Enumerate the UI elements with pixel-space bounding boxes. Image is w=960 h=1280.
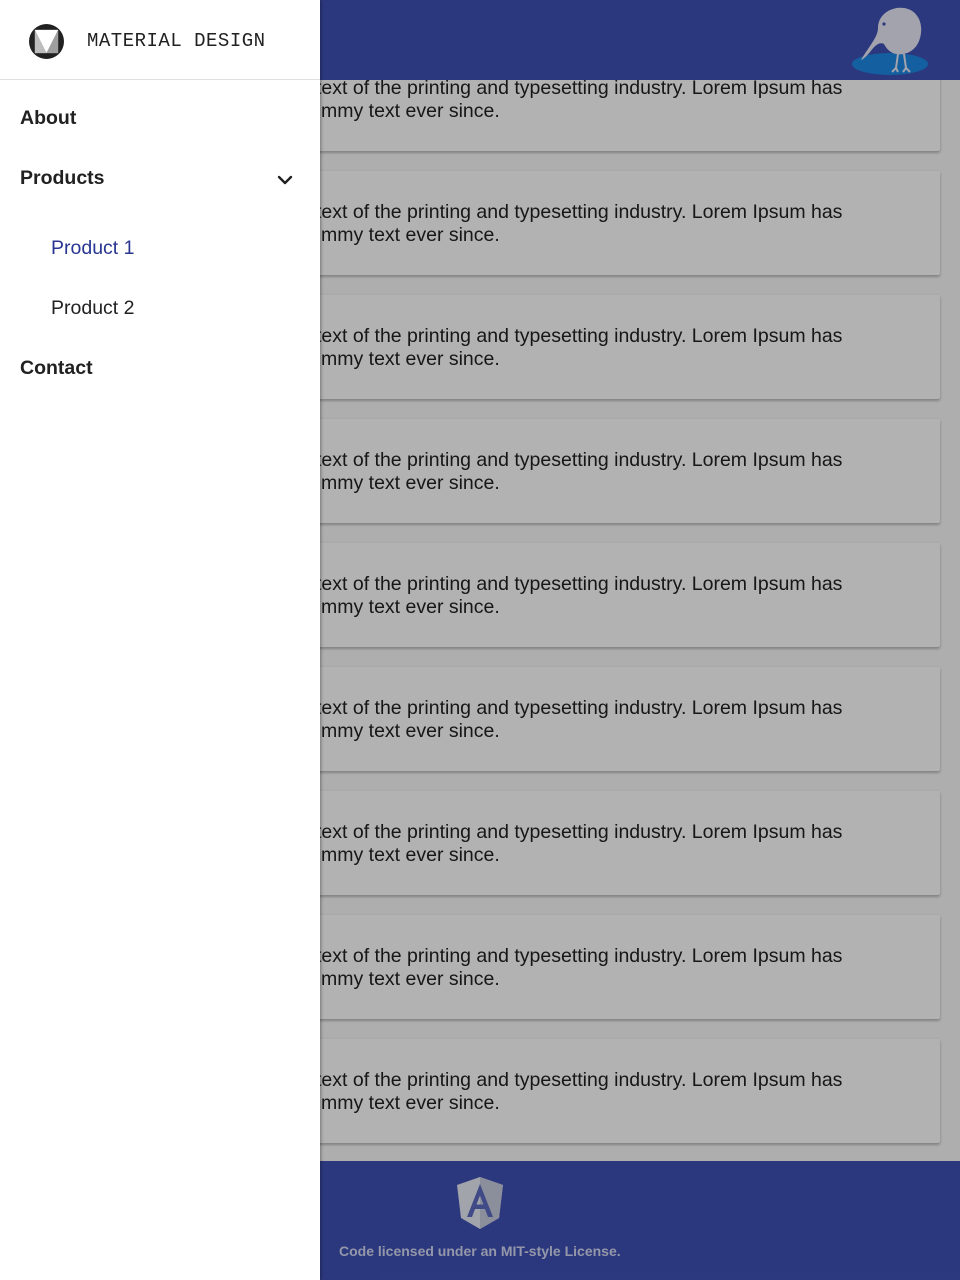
material-design-logo-icon[interactable] <box>29 24 64 59</box>
nav-item-product-2[interactable]: Product 2 <box>0 280 320 340</box>
nav-item-label: Product 1 <box>51 237 135 259</box>
nav-item-label: Products <box>20 167 105 189</box>
brand-title[interactable]: MATERIAL DESIGN <box>87 30 266 52</box>
drawer-header: MATERIAL DESIGN <box>0 0 320 80</box>
nav-item-products[interactable]: Products <box>0 150 320 210</box>
nav-item-product-1[interactable]: Product 1 <box>0 220 320 280</box>
side-drawer: MATERIAL DESIGN About Products Product 1… <box>0 0 320 1280</box>
nav-item-label: About <box>20 107 77 129</box>
nav-item-about[interactable]: About <box>0 90 320 150</box>
nav-item-label: Product 2 <box>51 297 135 319</box>
nav-item-label: Contact <box>20 357 93 379</box>
nav-item-contact[interactable]: Contact <box>0 340 320 400</box>
chevron-down-icon[interactable] <box>275 170 295 190</box>
